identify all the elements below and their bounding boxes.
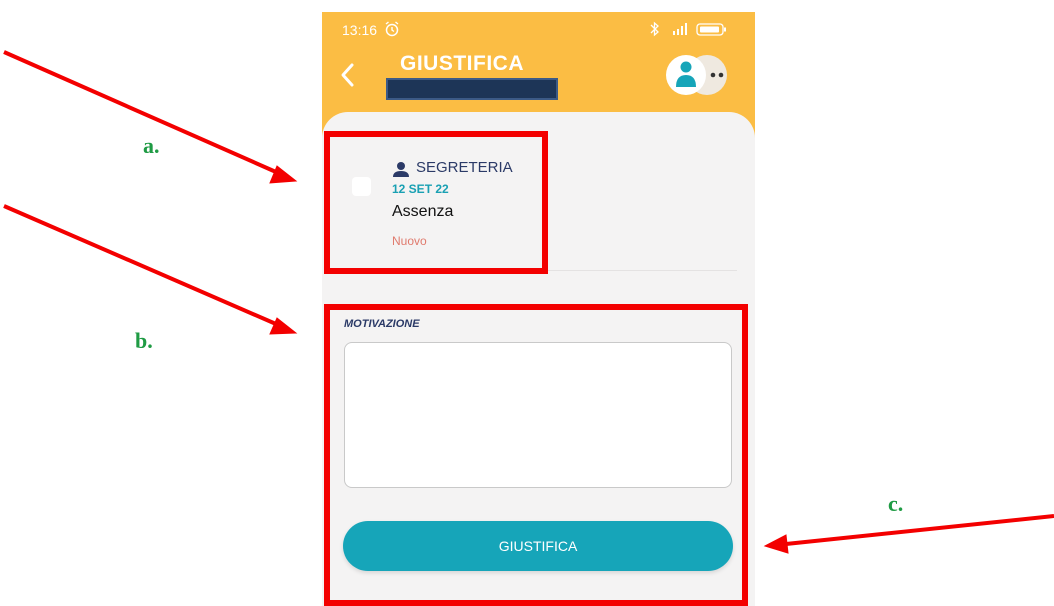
arrow-a: [3, 50, 298, 184]
arrow-c: [763, 514, 1054, 554]
annotation-arrows: [3, 50, 1054, 554]
arrow-b: [3, 204, 298, 335]
